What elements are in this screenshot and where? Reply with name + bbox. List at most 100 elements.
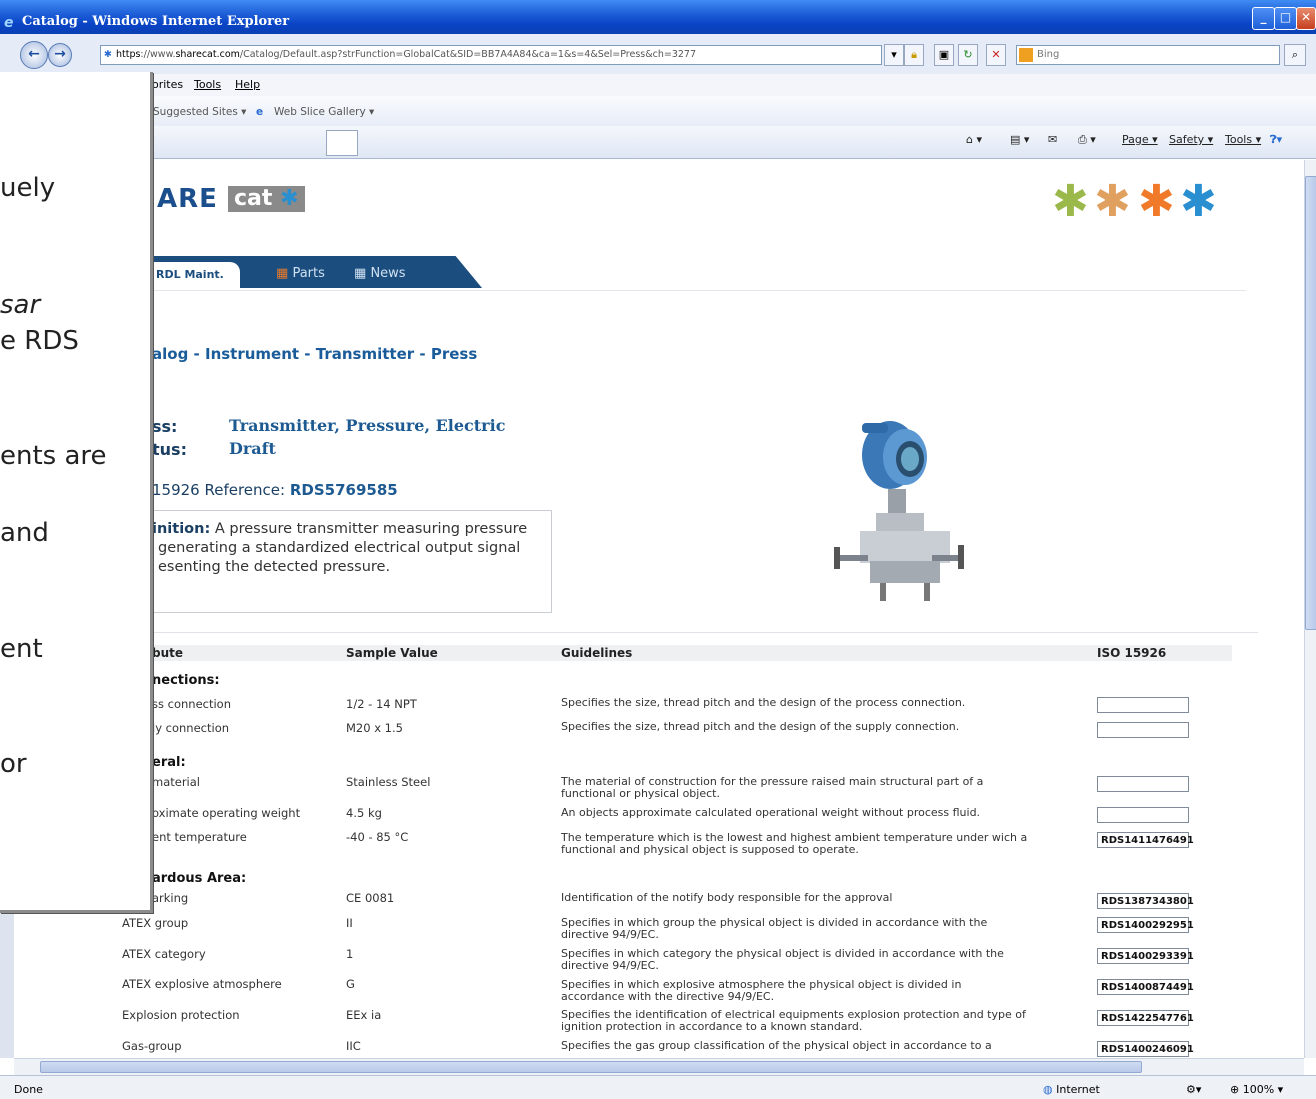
definition-line: inition: A pressure transmitter measurin… — [130, 520, 550, 539]
row-attribute: ent temperature — [152, 830, 247, 844]
row-attribute: ATEX category — [122, 947, 206, 961]
suggested-sites-link[interactable]: Suggested Sites ▾ — [153, 106, 246, 118]
close-button[interactable]: ✕ — [1296, 7, 1316, 30]
overlay-text-line: sar — [0, 290, 41, 320]
compat-view-icon[interactable]: ▣ — [934, 44, 954, 66]
table-header — [120, 645, 1232, 661]
group-connections: nections: — [152, 673, 220, 688]
iso-reference-value[interactable]: RDS5769585 — [290, 481, 398, 499]
new-tab-button[interactable] — [326, 130, 358, 156]
row-guideline: The material of construction for the pre… — [561, 775, 984, 800]
forward-button[interactable]: → — [48, 43, 72, 67]
web-slice-icon: e — [256, 106, 264, 118]
help-icon[interactable]: ❓︎▾ — [1270, 133, 1282, 147]
definition-line-3: esenting the detected pressure. — [158, 559, 391, 575]
search-placeholder: Bing — [1037, 49, 1060, 60]
brand-star-icon: ✱ — [1138, 176, 1175, 227]
safety-menu[interactable]: Safety ▾ — [1169, 133, 1213, 146]
row-guideline: Identification of the notify body respon… — [561, 891, 893, 904]
breadcrumb-instrument[interactable]: Instrument — [205, 345, 299, 363]
status-text: Done — [14, 1083, 43, 1096]
tab-rdl-maint[interactable]: RDL Maint. — [152, 262, 240, 288]
breadcrumb-press[interactable]: Press — [431, 345, 477, 363]
row-iso-field[interactable] — [1097, 776, 1189, 792]
search-input[interactable]: Bing — [1016, 45, 1280, 65]
col-iso[interactable]: ISO 15926 — [1097, 646, 1166, 660]
url-path: /Catalog/Default.asp?strFunction=GlobalC… — [239, 49, 697, 60]
zoom-level[interactable]: ⊕ 100% ▾ — [1230, 1083, 1283, 1096]
address-dropdown-button[interactable]: ▾ — [884, 44, 904, 66]
breadcrumb-catalog[interactable]: alog — [152, 345, 188, 363]
row-iso-field[interactable]: RDS1400246091 — [1097, 1041, 1194, 1057]
tab-news-label: News — [370, 266, 406, 281]
breadcrumb-transmitter[interactable]: Transmitter — [316, 345, 414, 363]
horizontal-scroll-thumb[interactable] — [40, 1061, 1142, 1073]
col-guidelines[interactable]: Guidelines — [561, 646, 632, 660]
vertical-scroll-thumb[interactable] — [1305, 176, 1316, 630]
address-input[interactable]: ✱ https://www.sharecat.com/Catalog/Defaul… — [100, 45, 882, 65]
page-menu[interactable]: Page ▾ — [1122, 133, 1158, 146]
row-sample-value: CE 0081 — [346, 891, 395, 905]
minimize-button[interactable]: _ — [1252, 7, 1275, 30]
col-sample-value[interactable]: Sample Value — [346, 646, 438, 660]
class-label: ss: — [152, 417, 178, 436]
tab-news[interactable]: ▦ News — [354, 266, 406, 281]
class-value: Transmitter, Pressure, Electric — [229, 416, 506, 435]
row-iso-field[interactable] — [1097, 807, 1189, 823]
home-icon[interactable]: ⌂ ▾ — [966, 133, 982, 146]
command-bar — [0, 126, 1316, 159]
protected-mode-icon[interactable]: ⚙▾ — [1186, 1083, 1201, 1096]
iso-reference: 15926 Reference: RDS5769585 — [152, 481, 398, 499]
group-hazardous-area: ardous Area: — [152, 871, 247, 886]
row-guideline: Specifies in which group the physical ob… — [561, 916, 988, 941]
search-button[interactable]: ⌕ — [1284, 44, 1306, 66]
overlay-text-line: or — [0, 749, 27, 779]
status-bar — [0, 1075, 1316, 1099]
stop-button[interactable]: ✕ — [986, 44, 1006, 66]
lock-icon[interactable]: 🔒︎ — [904, 44, 924, 66]
web-slice-gallery-link[interactable]: Web Slice Gallery ▾ — [274, 106, 374, 118]
iso-reference-label: 15926 Reference: — [152, 481, 290, 499]
maximize-button[interactable]: □ — [1274, 7, 1297, 30]
row-guideline: The temperature which is the lowest and … — [561, 831, 1028, 856]
overlay-text-line: e RDS — [0, 326, 79, 356]
url-prefix: ://www. — [140, 49, 176, 60]
window-title: Catalog - Windows Internet Explorer — [22, 14, 290, 29]
row-sample-value: -40 - 85 °C — [346, 830, 409, 844]
sharecat-logo-cat: cat ✱ — [228, 186, 305, 212]
row-attribute: ATEX group — [122, 916, 189, 930]
menu-help[interactable]: Help — [235, 78, 260, 91]
status-value: Draft — [229, 439, 276, 458]
security-zone[interactable]: ◍ Internet — [1043, 1083, 1100, 1096]
feeds-icon[interactable]: ▤ ▾ — [1010, 133, 1029, 146]
row-iso-field[interactable] — [1097, 697, 1189, 713]
tools-menu[interactable]: Tools ▾ — [1225, 133, 1261, 146]
row-attribute: ATEX explosive atmosphere — [122, 977, 282, 991]
row-iso-field[interactable]: RDS1422547761 — [1097, 1010, 1194, 1026]
section-divider — [120, 632, 1258, 633]
row-iso-field[interactable]: RDS1411476491 — [1097, 832, 1194, 848]
row-iso-field[interactable]: RDS1400874491 — [1097, 979, 1194, 995]
tab-parts[interactable]: ▦ Parts — [276, 266, 325, 281]
row-guideline: Specifies the gas group classification o… — [561, 1040, 992, 1052]
print-icon[interactable]: ⎙ ▾ — [1078, 133, 1096, 147]
row-iso-field[interactable]: RDS1400293391 — [1097, 948, 1194, 964]
row-iso-field[interactable]: RDS1387343801 — [1097, 893, 1194, 909]
ie-logo-icon: e — [4, 15, 14, 31]
row-guideline: Specifies the size, thread pitch and the… — [561, 720, 960, 733]
mail-icon[interactable]: ✉ — [1048, 133, 1057, 146]
row-iso-field[interactable]: RDS1400292951 — [1097, 917, 1194, 933]
breadcrumb-separator: - — [188, 345, 205, 363]
back-button[interactable]: ← — [20, 41, 48, 69]
row-guideline: Specifies the identification of electric… — [561, 1008, 1026, 1033]
col-attribute[interactable]: bute — [152, 646, 183, 660]
tab-parts-label: Parts — [292, 266, 325, 281]
breadcrumb-separator: - — [414, 345, 431, 363]
row-sample-value: IIC — [346, 1039, 361, 1053]
menu-tools[interactable]: Tools — [194, 78, 221, 91]
sharecat-logo-text: ARE — [157, 184, 218, 214]
refresh-button[interactable]: ↻ — [958, 44, 978, 66]
menu-favorites[interactable]: orites — [152, 78, 183, 91]
row-sample-value: M20 x 1.5 — [346, 721, 403, 735]
row-iso-field[interactable] — [1097, 722, 1189, 738]
